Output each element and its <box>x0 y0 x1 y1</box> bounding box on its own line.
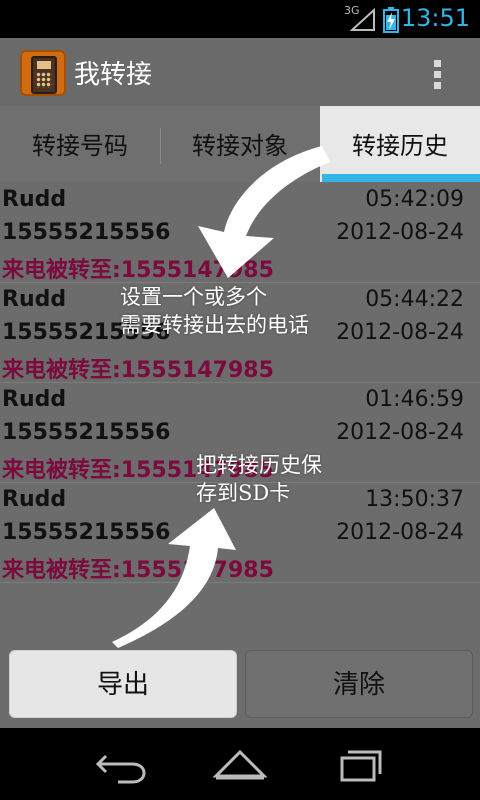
tab-forward-history[interactable]: 转接历史 <box>320 106 480 182</box>
call-time: 13:50:37 <box>365 487 464 512</box>
caller-name: Rudd <box>2 487 67 512</box>
hint-forward-numbers: 设置一个或多个 需要转接出去的电话 <box>120 283 309 339</box>
back-icon[interactable] <box>88 742 152 786</box>
hint-line: 把转接历史保 <box>196 453 322 477</box>
forwarded-to: 来电被转至:1555147985 <box>2 358 274 383</box>
app-title: 我转接 <box>74 60 153 90</box>
action-bar: 我转接 <box>0 38 480 106</box>
history-row[interactable]: Rudd 05:42:09 15555215556 2012-08-24 来电被… <box>0 182 480 283</box>
tab-forward-targets[interactable]: 转接对象 <box>160 106 320 182</box>
call-date: 2012-08-24 <box>336 220 464 245</box>
caller-name: Rudd <box>2 187 67 212</box>
status-clock: 13:51 <box>400 4 470 32</box>
caller-name: Rudd <box>2 287 67 312</box>
export-button[interactable]: 导出 <box>9 650 237 718</box>
tab-bar: 转接号码 转接对象 转接历史 <box>0 106 480 182</box>
forwarded-to: 来电被转至:1555147985 <box>2 558 274 583</box>
clear-button[interactable]: 清除 <box>245 650 473 718</box>
call-time: 01:46:59 <box>365 387 464 412</box>
tab-selected-indicator <box>322 174 480 182</box>
hint-export-history: 把转接历史保 存到SD卡 <box>196 451 322 507</box>
call-time: 05:42:09 <box>365 187 464 212</box>
caller-number: 15555215556 <box>2 520 171 545</box>
tab-forward-numbers[interactable]: 转接号码 <box>0 106 160 182</box>
caller-number: 15555215556 <box>2 220 171 245</box>
forwarded-to: 来电被转至:1555147985 <box>2 258 274 283</box>
call-time: 05:44:22 <box>365 287 464 312</box>
battery-icon <box>383 7 399 33</box>
call-date: 2012-08-24 <box>336 320 464 345</box>
navigation-bar <box>0 728 480 800</box>
hint-line: 需要转接出去的电话 <box>120 313 309 337</box>
recents-icon[interactable] <box>328 742 392 786</box>
home-icon[interactable] <box>208 742 272 786</box>
status-bar: 3G 13:51 <box>0 0 480 38</box>
call-date: 2012-08-24 <box>336 420 464 445</box>
overflow-menu-icon[interactable] <box>430 58 446 92</box>
hint-line: 设置一个或多个 <box>120 285 267 309</box>
caller-number: 15555215556 <box>2 420 171 445</box>
call-date: 2012-08-24 <box>336 520 464 545</box>
app-phone-icon <box>20 50 66 96</box>
hint-line: 存到SD卡 <box>196 481 291 505</box>
signal-icon <box>350 8 375 31</box>
caller-name: Rudd <box>2 387 67 412</box>
